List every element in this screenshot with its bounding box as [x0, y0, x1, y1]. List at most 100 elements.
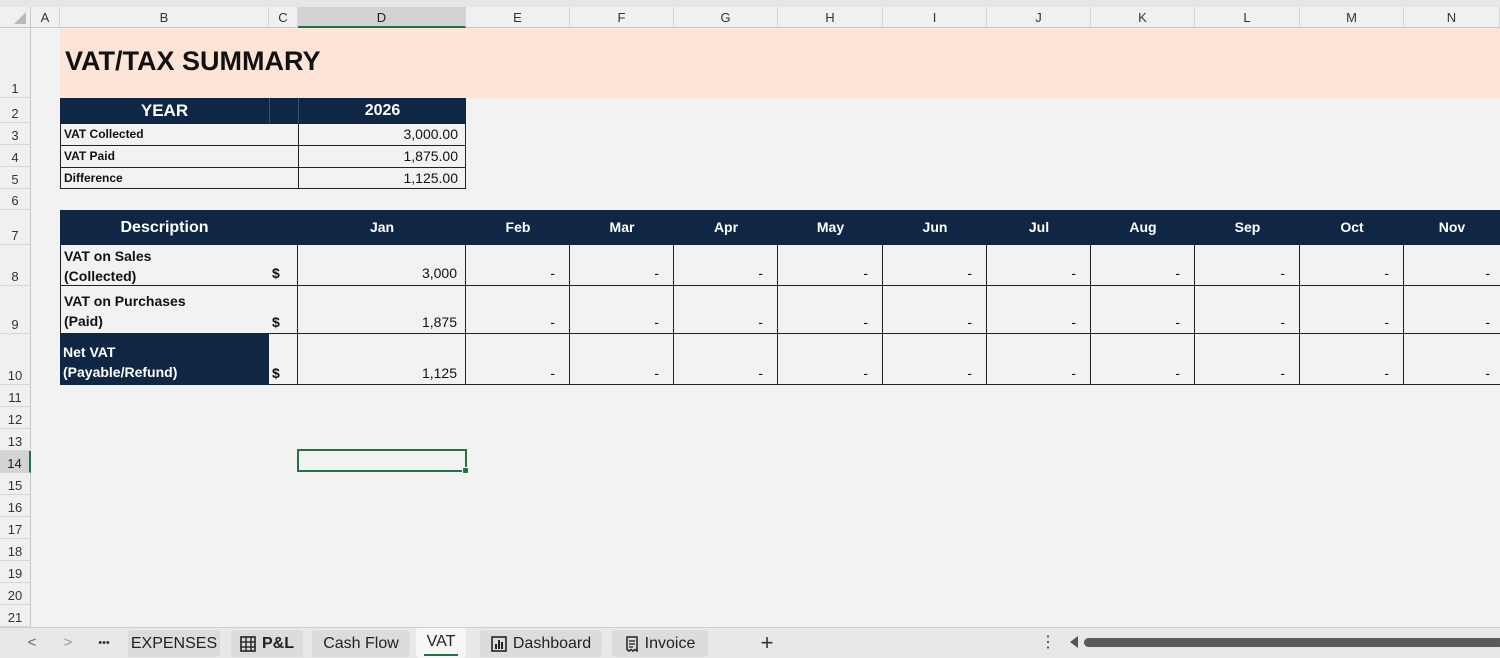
sheet-title[interactable]: VAT/TAX SUMMARY: [65, 46, 321, 77]
value-cell[interactable]: -: [674, 286, 778, 334]
row-header-11[interactable]: 11: [0, 385, 31, 407]
tab-dashboard[interactable]: Dashboard: [480, 630, 602, 657]
column-header-N[interactable]: N: [1404, 7, 1500, 28]
value-cell[interactable]: -: [570, 334, 674, 385]
column-header-D[interactable]: D: [298, 7, 466, 28]
month-header-aug[interactable]: Aug: [1091, 210, 1195, 245]
row-header-18[interactable]: 18: [0, 539, 31, 561]
add-sheet-button[interactable]: +: [756, 630, 778, 656]
row-desc-vat-sales[interactable]: VAT on Sales (Collected): [60, 245, 269, 286]
fill-handle[interactable]: [462, 467, 469, 474]
summary-value-vat-paid[interactable]: 1,875.00: [298, 145, 466, 168]
currency-cell[interactable]: $: [269, 334, 298, 385]
tab-invoice[interactable]: Invoice: [612, 630, 708, 657]
row-header-4[interactable]: 4: [0, 145, 31, 167]
value-cell[interactable]: -: [883, 245, 987, 286]
value-cell[interactable]: -: [1195, 334, 1300, 385]
row-header-3[interactable]: 3: [0, 123, 31, 145]
value-cell[interactable]: -: [1404, 334, 1500, 385]
value-cell[interactable]: -: [1091, 286, 1195, 334]
row-header-2[interactable]: 2: [0, 98, 31, 123]
value-cell[interactable]: -: [570, 286, 674, 334]
more-sheets-button[interactable]: •••: [92, 631, 116, 655]
value-cell[interactable]: -: [570, 245, 674, 286]
active-cell-d14[interactable]: [297, 449, 469, 474]
row-header-19[interactable]: 19: [0, 561, 31, 583]
summary-value-difference[interactable]: 1,125.00: [298, 167, 466, 189]
column-header-K[interactable]: K: [1091, 7, 1195, 28]
row-header-12[interactable]: 12: [0, 407, 31, 429]
value-cell[interactable]: -: [1300, 286, 1404, 334]
value-cell[interactable]: -: [1404, 245, 1500, 286]
column-header-L[interactable]: L: [1195, 7, 1300, 28]
value-jan-vat-purchases[interactable]: 1,875: [298, 286, 466, 334]
row-header-8[interactable]: 8: [0, 245, 31, 286]
month-header-may[interactable]: May: [778, 210, 883, 245]
value-cell[interactable]: -: [987, 334, 1091, 385]
row-header-17[interactable]: 17: [0, 517, 31, 539]
value-cell[interactable]: -: [1195, 245, 1300, 286]
value-cell[interactable]: -: [1404, 286, 1500, 334]
row-header-7[interactable]: 7: [0, 210, 31, 245]
row-header-5[interactable]: 5: [0, 167, 31, 189]
value-cell[interactable]: -: [1091, 245, 1195, 286]
column-header-H[interactable]: H: [778, 7, 883, 28]
value-cell[interactable]: -: [674, 245, 778, 286]
tab-vat[interactable]: VAT: [416, 628, 466, 658]
value-cell[interactable]: -: [987, 245, 1091, 286]
column-header-E[interactable]: E: [466, 7, 570, 28]
month-header-jul[interactable]: Jul: [987, 210, 1091, 245]
prev-sheet-button[interactable]: <: [20, 631, 44, 655]
value-cell[interactable]: -: [883, 334, 987, 385]
row-header-15[interactable]: 15: [0, 473, 31, 495]
row-header-1[interactable]: 1: [0, 28, 31, 98]
value-cell[interactable]: -: [1300, 334, 1404, 385]
value-cell[interactable]: -: [674, 334, 778, 385]
value-jan-vat-sales[interactable]: 3,000: [298, 245, 466, 286]
value-cell[interactable]: -: [1195, 286, 1300, 334]
column-header-C[interactable]: C: [269, 7, 298, 28]
year-spacer-cell[interactable]: [269, 98, 298, 123]
month-header-mar[interactable]: Mar: [570, 210, 674, 245]
column-header-A[interactable]: A: [31, 7, 60, 28]
row-header-13[interactable]: 13: [0, 429, 31, 451]
summary-label-vat-collected[interactable]: VAT Collected: [60, 123, 299, 146]
month-header-feb[interactable]: Feb: [466, 210, 570, 245]
select-all-corner[interactable]: [0, 7, 31, 28]
value-cell[interactable]: -: [1300, 245, 1404, 286]
column-header-M[interactable]: M: [1300, 7, 1404, 28]
column-header-F[interactable]: F: [570, 7, 674, 28]
currency-cell[interactable]: $: [269, 245, 298, 286]
scrollbar-thumb[interactable]: [1084, 638, 1500, 647]
tab-options-icon[interactable]: ⋮: [1040, 632, 1056, 654]
next-sheet-button[interactable]: >: [56, 631, 80, 655]
value-cell[interactable]: -: [778, 334, 883, 385]
row-header-9[interactable]: 9: [0, 286, 31, 334]
row-header-20[interactable]: 20: [0, 583, 31, 605]
horizontal-scrollbar[interactable]: [1068, 635, 1500, 651]
row-header-14[interactable]: 14: [0, 451, 31, 473]
month-header-jun[interactable]: Jun: [883, 210, 987, 245]
row-desc-vat-purchases[interactable]: VAT on Purchases (Paid): [60, 286, 269, 334]
tab-pl[interactable]: P&L: [231, 630, 303, 657]
tab-expenses[interactable]: EXPENSES: [128, 630, 220, 657]
tab-cash-flow[interactable]: Cash Flow: [312, 630, 410, 657]
row-header-16[interactable]: 16: [0, 495, 31, 517]
month-header-apr[interactable]: Apr: [674, 210, 778, 245]
scroll-left-arrow-icon[interactable]: [1070, 636, 1078, 648]
month-header-oct[interactable]: Oct: [1300, 210, 1404, 245]
row-desc-net-vat[interactable]: Net VAT (Payable/Refund): [60, 334, 269, 385]
row-header-10[interactable]: 10: [0, 334, 31, 385]
summary-label-vat-paid[interactable]: VAT Paid: [60, 145, 299, 168]
value-jan-net-vat[interactable]: 1,125: [298, 334, 466, 385]
column-header-J[interactable]: J: [987, 7, 1091, 28]
summary-value-vat-collected[interactable]: 3,000.00: [298, 123, 466, 146]
month-header-sep[interactable]: Sep: [1195, 210, 1300, 245]
value-cell[interactable]: -: [1091, 334, 1195, 385]
summary-label-difference[interactable]: Difference: [60, 167, 299, 189]
year-value-cell[interactable]: 2026: [298, 98, 466, 123]
month-header-nov[interactable]: Nov: [1404, 210, 1500, 245]
value-cell[interactable]: -: [883, 286, 987, 334]
value-cell[interactable]: -: [466, 334, 570, 385]
description-header-cell[interactable]: Description: [60, 210, 269, 245]
